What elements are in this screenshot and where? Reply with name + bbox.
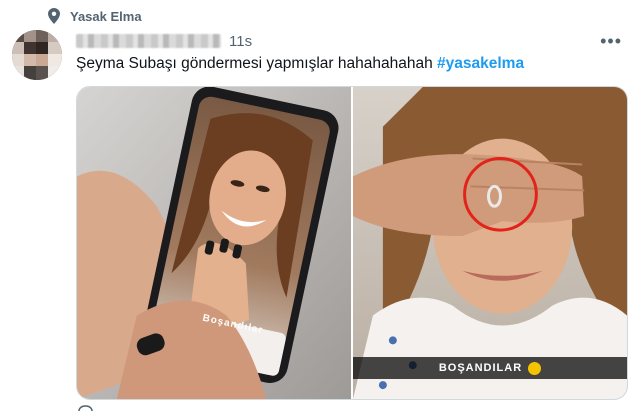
media-photo-snap[interactable]: BOŞANDILAR [353, 87, 627, 399]
media-photo-phone[interactable]: Boşandılar [77, 87, 351, 399]
context-label[interactable]: Yasak Elma [70, 9, 142, 24]
social-context[interactable]: Yasak Elma [48, 7, 142, 25]
avatar[interactable] [12, 30, 62, 80]
location-pin-icon [48, 8, 60, 24]
snap-caption-bar: BOŞANDILAR [353, 357, 627, 379]
crying-emoji-icon [528, 361, 542, 375]
avatar-image [12, 30, 62, 80]
tweet-text: Şeyma Subaşı göndermesi yapmışlar hahaha… [76, 53, 628, 75]
snap-caption: BOŞANDILAR [438, 362, 523, 374]
more-icon[interactable]: ••• [600, 32, 622, 50]
reply-icon[interactable] [76, 403, 94, 411]
blurred-username[interactable] [76, 34, 221, 48]
tweet-actions [76, 403, 94, 411]
phone-photo [77, 87, 351, 399]
tweet-header: 11s ••• [76, 30, 628, 52]
timestamp[interactable]: 11s [229, 33, 252, 50]
snap-photo [353, 87, 627, 399]
tweet-body: Şeyma Subaşı göndermesi yapmışlar hahaha… [76, 55, 438, 72]
hashtag-link[interactable]: #yasakelma [437, 55, 524, 72]
tweet-media[interactable]: Boşandılar BOŞANDILAR [76, 86, 628, 400]
